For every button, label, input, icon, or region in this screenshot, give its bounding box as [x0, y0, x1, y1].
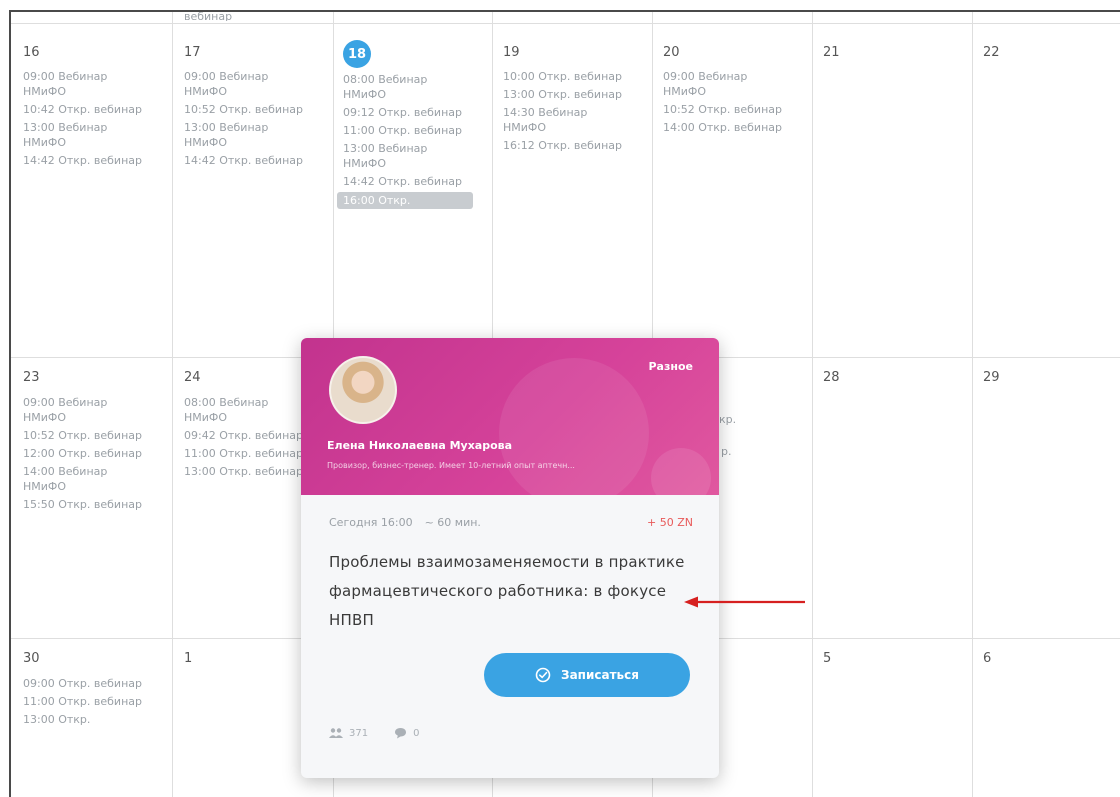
day-number: 23 [23, 370, 40, 385]
event-title[interactable]: Проблемы взаимозаменяемости в практике ф… [329, 548, 701, 635]
event-item[interactable]: 15:50 Откр. вебинар [23, 497, 143, 512]
popup-header: Разное Елена Николаевна Мухарова Провизо… [301, 338, 719, 495]
speaker-description: Провизор, бизнес-тренер. Имеет 10-летний… [327, 461, 575, 470]
event-duration: ~ 60 мин. [424, 516, 481, 529]
day-number: 24 [184, 370, 201, 385]
event-item[interactable]: 14:00 Откр. вебинар [663, 120, 783, 135]
event-meta: Сегодня 16:00 ~ 60 мин. [329, 516, 481, 529]
event-item[interactable]: 14:42 Откр. вебинар [343, 174, 463, 189]
day-number: 16 [23, 45, 40, 60]
day-number: 1 [184, 651, 193, 666]
event-item[interactable]: 12:00 Откр. вебинар [23, 446, 143, 461]
event-datetime: Сегодня 16:00 [329, 516, 413, 529]
event-item[interactable]: 11:00 Откр. вебинар [184, 446, 304, 461]
day-events: 09:00 Вебинар НМиФО 10:52 Откр. вебинар … [663, 69, 783, 138]
join-button-label: Записаться [561, 668, 639, 682]
day-number: 28 [823, 370, 840, 385]
day-number: 6 [983, 651, 992, 666]
decorative-circle [499, 358, 649, 495]
event-item[interactable]: 13:00 Откр. вебинар [503, 87, 623, 102]
event-item[interactable]: 13:00 Вебинар НМиФО [343, 141, 463, 171]
participants-icon [329, 728, 343, 738]
speaker-avatar[interactable] [329, 356, 397, 424]
event-item[interactable]: 11:00 Откр. вебинар [343, 123, 463, 138]
event-item[interactable]: 10:52 Откр. вебинар [663, 102, 783, 117]
today-day-badge[interactable]: 18 [343, 40, 371, 68]
event-item[interactable]: 10:42 Откр. вебинар [23, 102, 143, 117]
event-item[interactable]: 09:12 Откр. вебинар [343, 105, 463, 120]
event-item[interactable]: 09:00 Вебинар НМиФО [663, 69, 783, 99]
comments-count: 0 [413, 727, 420, 739]
event-item[interactable]: 14:30 Вебинар НМиФО [503, 105, 623, 135]
day-number: 20 [663, 45, 680, 60]
join-button[interactable]: Записаться [484, 653, 690, 697]
day-number: 5 [823, 651, 832, 666]
comment-icon [395, 728, 407, 739]
event-stats: 371 0 [329, 727, 419, 739]
event-item-partial[interactable]: р. [721, 444, 761, 459]
day-number: 17 [184, 45, 201, 60]
day-events: 09:00 Вебинар НМиФО 10:52 Откр. вебинар … [23, 395, 143, 515]
check-circle-icon [535, 667, 551, 683]
event-item[interactable]: 13:00 Откр. [23, 712, 143, 727]
grid-line [172, 12, 173, 797]
grid-line [972, 12, 973, 797]
day-events: 09:00 Вебинар НМиФО 10:42 Откр. вебинар … [23, 69, 143, 171]
day-number: 19 [503, 45, 520, 60]
event-item-partial[interactable]: кр. [719, 412, 759, 427]
day-number: 30 [23, 651, 40, 666]
day-events: 08:00 Вебинар НМиФО 09:42 Откр. вебинар … [184, 395, 304, 482]
speaker-name[interactable]: Елена Николаевна Мухарова [327, 439, 512, 452]
event-item[interactable]: 14:42 Откр. вебинар [184, 153, 304, 168]
event-item[interactable]: 13:00 Вебинар НМиФО [184, 120, 304, 150]
event-item[interactable]: 13:00 Откр. вебинар [184, 464, 304, 479]
day-number: 22 [983, 45, 1000, 60]
red-arrow-annotation [684, 596, 805, 608]
day-events: 09:00 Вебинар НМиФО 10:52 Откр. вебинар … [184, 69, 304, 171]
event-item[interactable]: 13:00 Вебинар НМиФО [23, 120, 143, 150]
event-item[interactable]: 09:00 Вебинар НМиФО [23, 395, 143, 425]
category-badge: Разное [648, 360, 694, 373]
event-item[interactable]: 14:00 Вебинар НМиФО [23, 464, 143, 494]
event-item[interactable]: 08:00 Вебинар НМиФО [343, 72, 463, 102]
event-popup[interactable]: Разное Елена Николаевна Мухарова Провизо… [301, 338, 719, 778]
event-item[interactable]: 16:12 Откр. вебинар [503, 138, 623, 153]
grid-line [11, 23, 1120, 24]
day-events: 09:00 Откр. вебинар 11:00 Откр. вебинар … [23, 676, 143, 730]
grid-line [812, 12, 813, 797]
decorative-circle [651, 448, 711, 495]
event-item[interactable]: 08:00 Вебинар НМиФО [184, 395, 304, 425]
event-item[interactable]: 09:00 Вебинар НМиФО [184, 69, 304, 99]
day-number: 29 [983, 370, 1000, 385]
points-reward: + 50 ZN [647, 516, 693, 529]
event-item[interactable]: 10:52 Откр. вебинар [184, 102, 304, 117]
event-item[interactable]: 09:00 Откр. вебинар [23, 676, 143, 691]
event-item[interactable]: 14:42 Откр. вебинар [23, 153, 143, 168]
event-item[interactable]: 10:00 Откр. вебинар [503, 69, 623, 84]
event-item[interactable]: 10:52 Откр. вебинар [23, 428, 143, 443]
previous-week-event-fragment: вебинар [184, 12, 233, 21]
event-item[interactable]: 09:00 Вебинар НМиФО [23, 69, 143, 99]
selected-event-item[interactable]: 16:00 Откр. [337, 192, 473, 209]
day-events: 08:00 Вебинар НМиФО 09:12 Откр. вебинар … [337, 72, 473, 212]
event-item[interactable]: 11:00 Откр. вебинар [23, 694, 143, 709]
participants-count: 371 [349, 727, 369, 739]
event-item[interactable]: 09:42 Откр. вебинар [184, 428, 304, 443]
day-number: 21 [823, 45, 840, 60]
day-events: 10:00 Откр. вебинар 13:00 Откр. вебинар … [503, 69, 623, 156]
